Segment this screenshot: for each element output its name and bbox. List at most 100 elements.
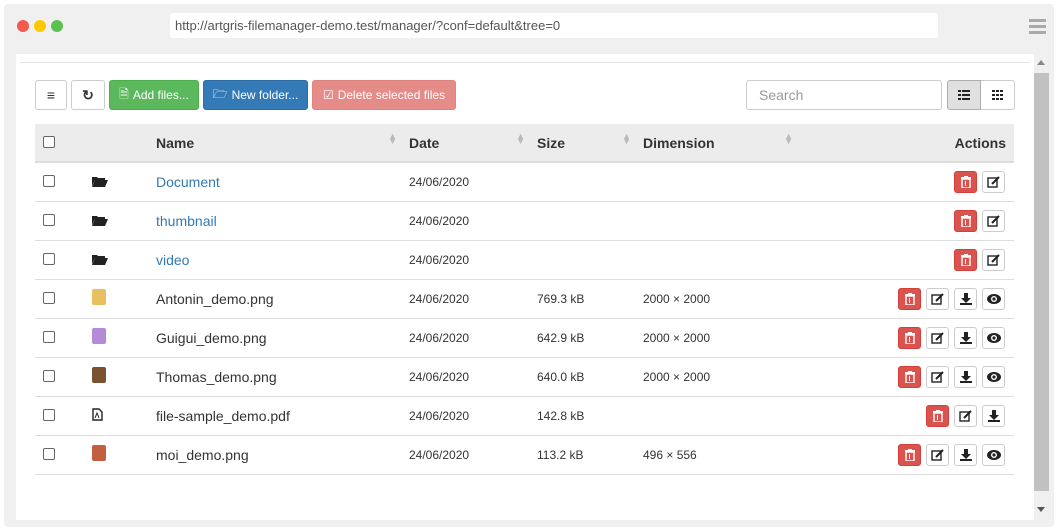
- date-header[interactable]: Date ▲ ▼: [409, 124, 537, 162]
- delete-button[interactable]: [926, 404, 949, 427]
- select-cell: [35, 201, 85, 241]
- size-cell: 640.0 kB: [537, 357, 643, 397]
- row-checkbox[interactable]: [43, 330, 55, 343]
- delete-button[interactable]: [954, 248, 977, 271]
- rename-button[interactable]: [926, 287, 949, 310]
- file-name[interactable]: thumbnail: [156, 213, 217, 229]
- row-checkbox[interactable]: [43, 369, 55, 382]
- refresh-button[interactable]: ↻: [71, 80, 105, 110]
- scroll-up-arrow-icon[interactable]: [1037, 60, 1045, 65]
- actions-cell: [813, 357, 1014, 397]
- rename-button[interactable]: [982, 170, 1005, 193]
- select-cell: [35, 435, 85, 475]
- dimension-cell: 496 × 556: [643, 435, 813, 475]
- rename-button[interactable]: [926, 365, 949, 388]
- file-icon: 🗎: [119, 86, 129, 101]
- add-files-button[interactable]: 🗎 Add files...: [109, 80, 199, 110]
- table-row: Antonin_demo.png 24/06/2020 769.3 kB 2000 ×…: [35, 279, 1014, 319]
- row-checkbox[interactable]: [43, 408, 55, 421]
- eye-icon: [986, 293, 1001, 304]
- date-cell: 24/06/2020: [409, 396, 537, 436]
- type-icon-cell: [85, 279, 156, 319]
- file-name[interactable]: Document: [156, 174, 220, 190]
- size-cell: 142.8 kB: [537, 396, 643, 436]
- preview-button[interactable]: [982, 365, 1005, 388]
- sort-icon: ▲ ▼: [622, 131, 631, 146]
- icon-header: [85, 124, 156, 162]
- file-name: Guigui_demo.png: [156, 329, 267, 346]
- rename-button[interactable]: [926, 326, 949, 349]
- name-cell: moi_demo.png: [156, 435, 409, 475]
- download-button[interactable]: [954, 443, 977, 466]
- download-button[interactable]: [954, 287, 977, 310]
- download-button[interactable]: [982, 404, 1005, 427]
- actions-cell: [813, 435, 1014, 475]
- toggle-tree-button[interactable]: ≡: [35, 80, 67, 110]
- dimension-header[interactable]: Dimension ▲ ▼: [643, 124, 813, 162]
- rename-button[interactable]: [926, 443, 949, 466]
- row-checkbox[interactable]: [43, 213, 55, 226]
- edit-icon: [931, 331, 944, 344]
- delete-button[interactable]: [898, 287, 921, 310]
- close-dot[interactable]: [17, 20, 29, 32]
- row-checkbox[interactable]: [43, 252, 55, 265]
- row-checkbox[interactable]: [43, 291, 55, 304]
- rename-button[interactable]: [954, 404, 977, 427]
- name-header[interactable]: Name ▲ ▼: [156, 124, 409, 162]
- file-name[interactable]: video: [156, 252, 189, 268]
- search-input[interactable]: Search: [746, 80, 942, 110]
- select-all-cell: [35, 124, 85, 162]
- trash-icon: [904, 331, 915, 344]
- delete-button[interactable]: [954, 209, 977, 232]
- select-cell: [35, 162, 85, 202]
- dimension-cell: 2000 × 2000: [643, 357, 813, 397]
- delete-selected-button[interactable]: ☑ Delete selected files: [312, 80, 456, 110]
- table-row: file-sample_demo.pdf 24/06/2020 142.8 kB: [35, 396, 1014, 436]
- delete-button[interactable]: [898, 326, 921, 349]
- scroll-thumb[interactable]: [1034, 73, 1049, 491]
- select-cell: [35, 357, 85, 397]
- download-button[interactable]: [954, 365, 977, 388]
- image-thumbnail[interactable]: [92, 445, 106, 461]
- new-folder-button[interactable]: 🗁 New folder...: [203, 80, 308, 110]
- edit-icon: [931, 370, 944, 383]
- minimize-dot[interactable]: [34, 20, 46, 32]
- trash-icon: [932, 409, 943, 422]
- address-bar[interactable]: http://artgris-filemanager-demo.test/man…: [170, 13, 938, 38]
- edit-icon: [987, 253, 1000, 266]
- rename-button[interactable]: [982, 248, 1005, 271]
- size-header[interactable]: Size ▲ ▼: [537, 124, 643, 162]
- actions-header: Actions: [954, 134, 1006, 151]
- image-thumbnail[interactable]: [92, 328, 106, 344]
- name-cell: Antonin_demo.png: [156, 279, 409, 319]
- page-viewport: ≡ ↻ 🗎 Add files... 🗁 New folder... ☑ Delete…: [16, 54, 1049, 520]
- preview-button[interactable]: [982, 287, 1005, 310]
- preview-button[interactable]: [982, 326, 1005, 349]
- download-button[interactable]: [954, 326, 977, 349]
- type-icon-cell: [85, 201, 156, 241]
- edit-icon: [931, 448, 944, 461]
- hamburger-menu-icon[interactable]: [1029, 19, 1046, 37]
- file-name: Antonin_demo.png: [156, 290, 274, 307]
- download-icon: [959, 448, 972, 461]
- select-all-checkbox[interactable]: [43, 135, 55, 148]
- type-icon-cell: [85, 240, 156, 280]
- maximize-dot[interactable]: [51, 20, 63, 32]
- divider: [20, 62, 1030, 63]
- scrollbar[interactable]: [1034, 54, 1049, 520]
- image-thumbnail[interactable]: [92, 289, 106, 305]
- type-icon-cell: [85, 435, 156, 475]
- delete-button[interactable]: [898, 365, 921, 388]
- list-view-button[interactable]: [947, 80, 981, 110]
- preview-button[interactable]: [982, 443, 1005, 466]
- type-icon-cell: [85, 396, 156, 436]
- scroll-down-arrow-icon[interactable]: [1037, 507, 1045, 512]
- grid-view-button[interactable]: [981, 80, 1015, 110]
- row-checkbox[interactable]: [43, 174, 55, 187]
- trash-icon: [960, 214, 971, 227]
- rename-button[interactable]: [982, 209, 1005, 232]
- delete-button[interactable]: [954, 170, 977, 193]
- image-thumbnail[interactable]: [92, 367, 106, 383]
- delete-button[interactable]: [898, 443, 921, 466]
- row-checkbox[interactable]: [43, 447, 55, 460]
